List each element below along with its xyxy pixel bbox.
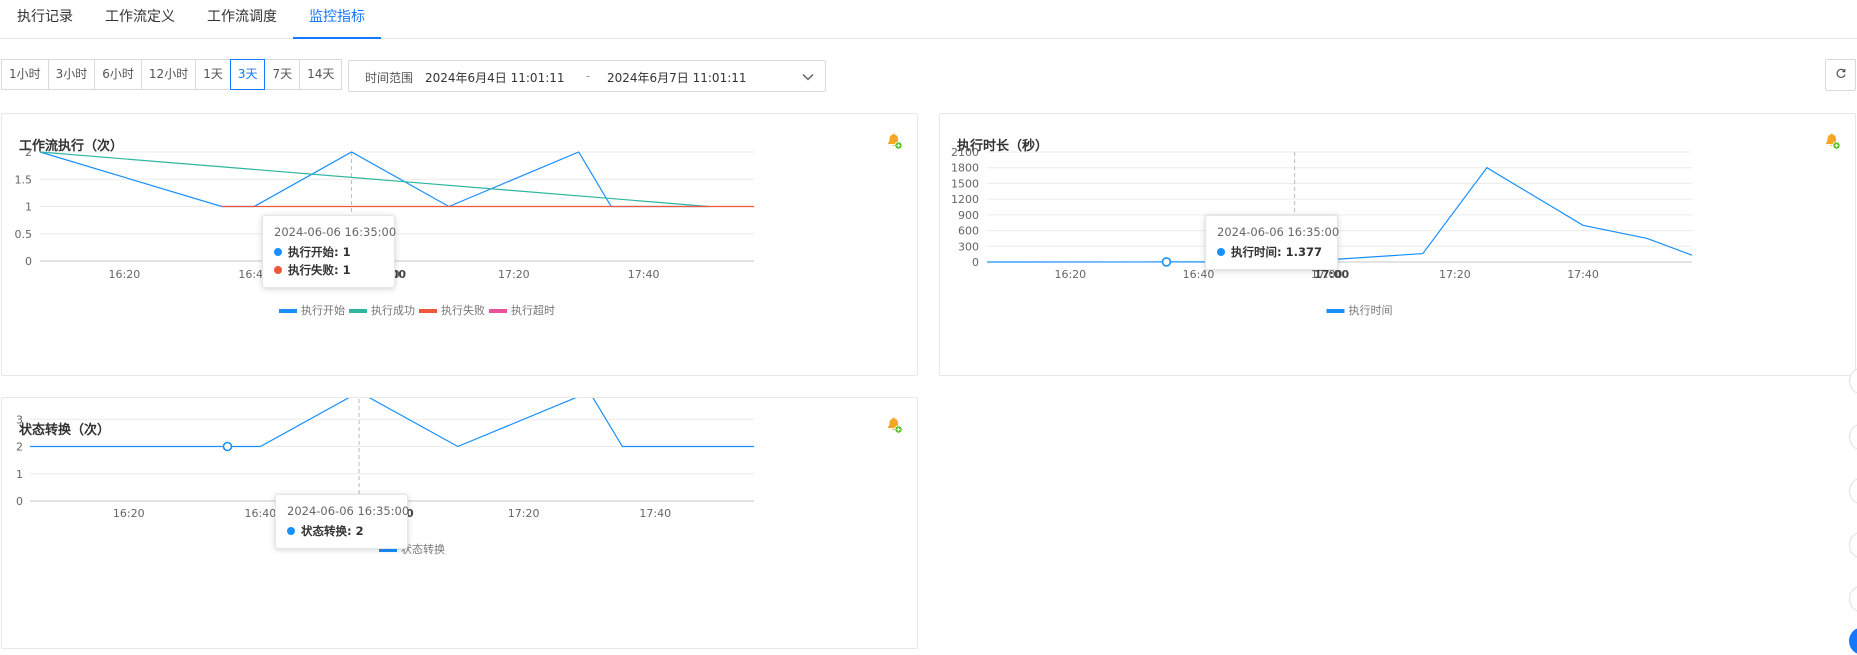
date-range-picker[interactable]: 时间范围 2024年6月4日 11:01:11 - 2024年6月7日 11:0… bbox=[348, 60, 826, 92]
x-tick-label: 16:20 bbox=[109, 268, 141, 281]
y-tick-label: 1200 bbox=[951, 193, 979, 206]
side-float-button[interactable] bbox=[1849, 423, 1857, 451]
x-tick-label: 17:40 bbox=[628, 268, 660, 281]
tab-execution-records[interactable]: 执行记录 bbox=[16, 0, 74, 39]
range-12h-button[interactable]: 12小时 bbox=[140, 59, 197, 90]
chart-tooltip: 2024-06-06 16:35:00 执行时间: 1.377 bbox=[1205, 215, 1340, 270]
y-tick-label: 3 bbox=[16, 413, 23, 426]
refresh-icon bbox=[1836, 68, 1846, 78]
x-tick-label: 17:40 bbox=[1567, 268, 1599, 281]
legend-label: 执行失败 bbox=[441, 303, 485, 317]
side-float-button[interactable] bbox=[1849, 531, 1857, 559]
workflow-exec-panel: 工作流执行（次） 00.511.5216:2016:4017:0017:2017… bbox=[1, 113, 918, 376]
tooltip-row: 执行开始: 1 bbox=[274, 243, 383, 261]
legend-label: 执行时间 bbox=[1349, 303, 1393, 317]
legend-label: 执行开始 bbox=[301, 303, 345, 317]
help-float-button[interactable] bbox=[1849, 627, 1857, 655]
date-range-start[interactable]: 2024年6月4日 11:01:11 bbox=[425, 69, 565, 86]
series-dot bbox=[287, 527, 295, 535]
series-dot bbox=[274, 248, 282, 256]
tooltip-label: 执行时间 bbox=[1231, 245, 1277, 259]
legend-swatch bbox=[1326, 309, 1345, 313]
exec-duration-chart: 0300600900120015001800210016:20 16:40 17:0… bbox=[951, 146, 1693, 317]
refresh-button[interactable] bbox=[1825, 59, 1856, 91]
series-line bbox=[30, 398, 754, 448]
legend-swatch bbox=[279, 309, 297, 313]
tooltip-label: 执行失败 bbox=[288, 263, 334, 277]
series-dot bbox=[1217, 248, 1225, 256]
x-tick-label: 17:20 bbox=[498, 268, 530, 281]
y-tick-label: 1800 bbox=[951, 162, 979, 175]
tooltip-time: 2024-06-06 16:35:00 bbox=[287, 504, 410, 518]
tooltip-time: 2024-06-06 16:35:00 bbox=[1217, 225, 1340, 239]
tooltip-row: 状态转换: 2 bbox=[287, 522, 396, 540]
date-range-separator: - bbox=[586, 69, 591, 83]
x-tick-label: 16:20 bbox=[1054, 268, 1086, 281]
y-tick-label: 0 bbox=[972, 256, 979, 269]
tab-monitoring-metrics[interactable]: 监控指标 bbox=[293, 0, 381, 39]
y-tick-label: 2 bbox=[25, 146, 32, 159]
state-transition-chart: 0123416:2016:4017:0017:2017:4017:00状态转换 bbox=[16, 398, 754, 556]
tooltip-row: 执行时间: 1.377 bbox=[1217, 243, 1326, 261]
y-tick-label: 1.5 bbox=[15, 173, 33, 186]
legend-label: 执行成功 bbox=[371, 303, 415, 317]
tooltip-label: 执行开始 bbox=[288, 245, 334, 259]
range-3d-button[interactable]: 3天 bbox=[229, 59, 266, 90]
tooltip-label: 状态转换 bbox=[301, 524, 347, 538]
y-tick-label: 2 bbox=[16, 441, 23, 454]
range-7d-button[interactable]: 7天 bbox=[264, 59, 301, 90]
series-dot bbox=[274, 266, 282, 274]
y-tick-label: 1500 bbox=[951, 177, 979, 190]
y-tick-label: 1 bbox=[25, 201, 32, 214]
side-float-button[interactable] bbox=[1849, 477, 1857, 505]
tooltip-value: 2 bbox=[355, 524, 364, 538]
tab-workflow-definition[interactable]: 工作流定义 bbox=[104, 0, 176, 39]
tab-bar: 执行记录 工作流定义 工作流调度 监控指标 bbox=[0, 0, 1857, 39]
range-3h-button[interactable]: 3小时 bbox=[47, 59, 96, 90]
tooltip-time: 2024-06-06 16:35:00 bbox=[274, 225, 397, 239]
x-tick-label: 17:20 bbox=[1439, 268, 1471, 281]
range-14d-button[interactable]: 14天 bbox=[299, 59, 343, 90]
chevron-down-icon[interactable] bbox=[802, 71, 814, 83]
legend-swatch bbox=[419, 309, 437, 313]
legend-label: 执行超时 bbox=[511, 303, 555, 317]
tooltip-value: 1.377 bbox=[1285, 245, 1322, 259]
y-tick-label: 1 bbox=[16, 468, 23, 481]
tab-workflow-schedule[interactable]: 工作流调度 bbox=[206, 0, 278, 39]
range-6h-button[interactable]: 6小时 bbox=[94, 59, 142, 90]
y-tick-label: 900 bbox=[958, 209, 979, 222]
state-transition-panel: 状态转换（次） 0123416:2016:4017:0017:2017:4017… bbox=[1, 397, 918, 649]
range-1d-button[interactable]: 1天 bbox=[195, 59, 231, 90]
exec-duration-panel: 执行时长（秒） 0 300 600 900 1200 1500 1800 2100 16:20 1… bbox=[939, 113, 1856, 376]
date-range-end[interactable]: 2024年6月7日 11:01:11 bbox=[607, 69, 747, 86]
chart-tooltip: 2024-06-06 16:35:00 执行开始: 1 执行失败: 1 bbox=[262, 215, 397, 288]
y-tick-label: 0 bbox=[25, 255, 32, 268]
y-tick-label: 0 bbox=[16, 495, 23, 508]
y-tick-label: 300 bbox=[958, 240, 979, 253]
chart-tooltip: 2024-06-06 16:35:00 状态转换: 2 bbox=[275, 494, 410, 549]
side-float-button[interactable] bbox=[1849, 585, 1857, 613]
y-tick-label: 600 bbox=[958, 225, 979, 238]
legend-swatch bbox=[489, 309, 507, 313]
range-1h-button[interactable]: 1小时 bbox=[1, 59, 49, 90]
y-tick-label: 0.5 bbox=[15, 228, 33, 241]
tooltip-value: 1 bbox=[342, 263, 351, 277]
tooltip-value: 1 bbox=[342, 245, 351, 259]
date-range-label: 时间范围 bbox=[365, 71, 414, 85]
x-tick-label: 17:20 bbox=[508, 507, 540, 520]
highlight-point bbox=[1161, 257, 1172, 267]
tooltip-row: 执行失败: 1 bbox=[274, 261, 383, 279]
legend-swatch bbox=[349, 309, 367, 313]
y-tick-label: 2100 bbox=[951, 146, 979, 159]
x-tick-label: 16:40 bbox=[245, 507, 277, 520]
x-tick-label: 17:40 bbox=[639, 507, 671, 520]
x-tick-label: 16:20 bbox=[113, 507, 145, 520]
y-tick-label: 4 bbox=[16, 398, 23, 399]
time-range-selector: 1小时 3小时 6小时 12小时 1天 3天 7天 14天 bbox=[1, 59, 343, 90]
highlight-point bbox=[222, 441, 233, 452]
workflow-exec-chart: 00.511.5216:2016:4017:0017:2017:4017:00执… bbox=[15, 146, 754, 317]
